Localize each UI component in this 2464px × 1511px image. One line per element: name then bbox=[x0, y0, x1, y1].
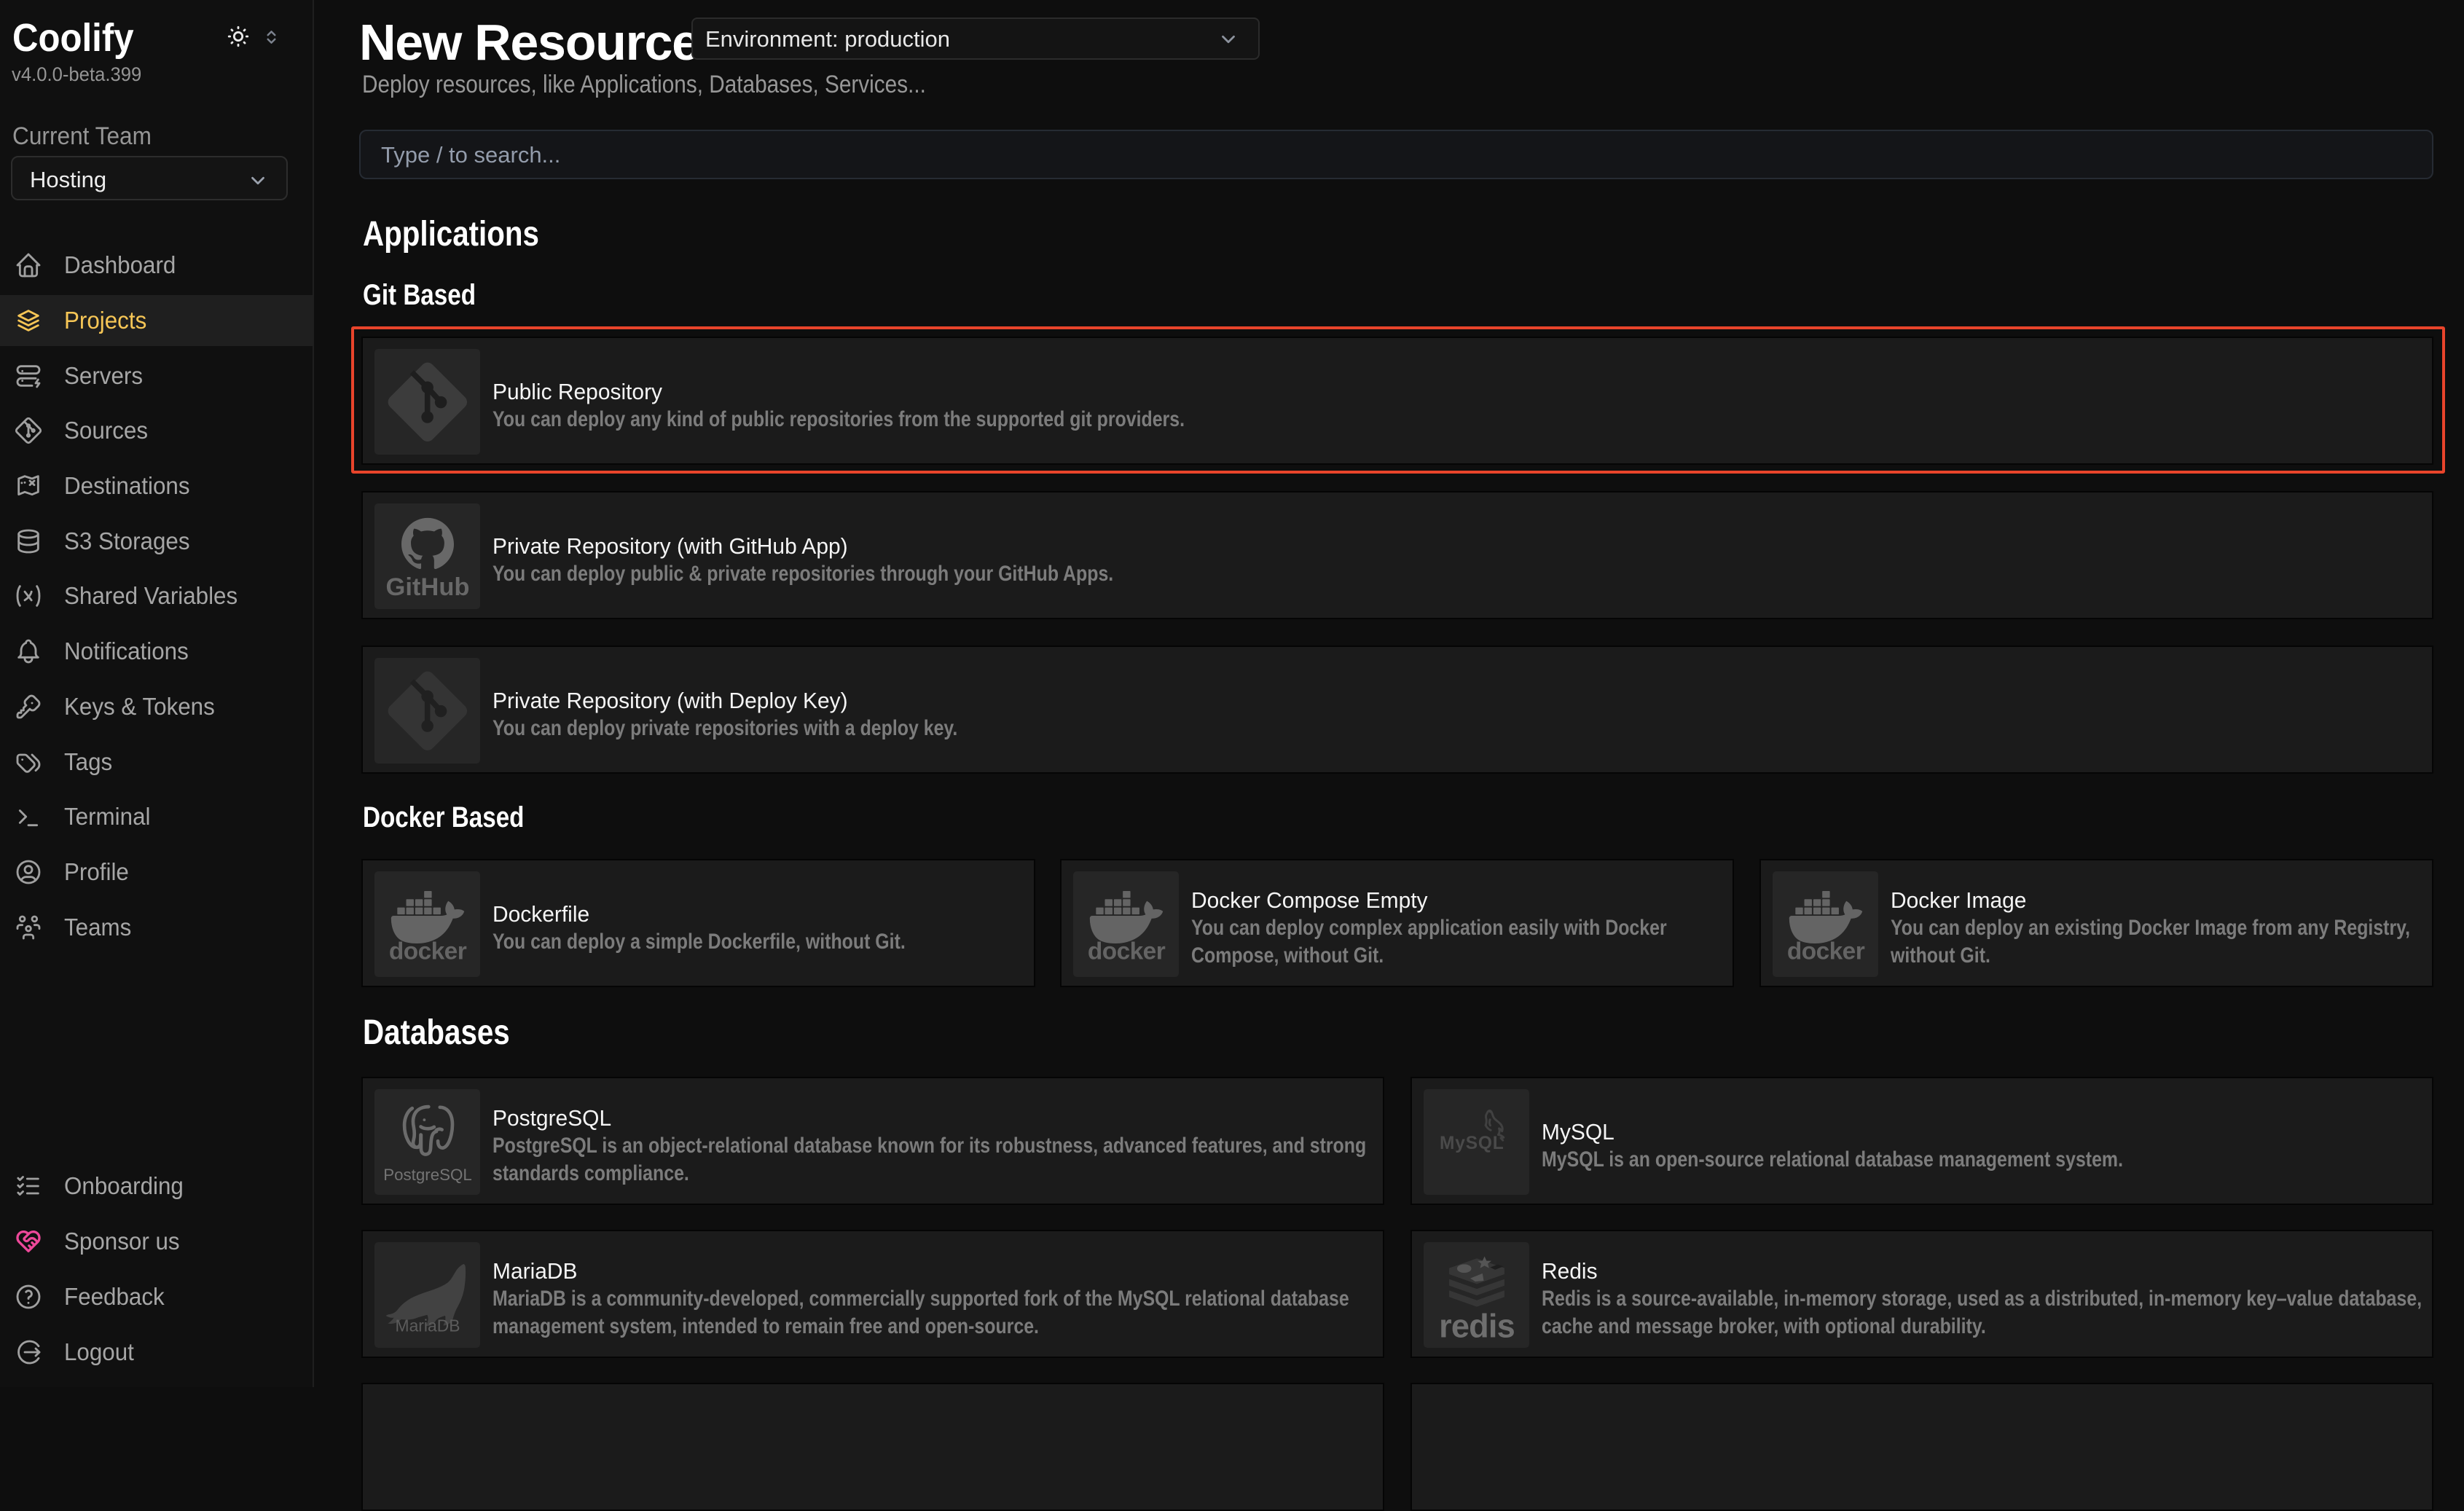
svg-text:GitHub: GitHub bbox=[385, 573, 469, 601]
svg-text:docker: docker bbox=[388, 938, 466, 965]
svg-text:redis: redis bbox=[1439, 1307, 1515, 1344]
svg-text:docker: docker bbox=[1087, 938, 1165, 965]
svg-text:docker: docker bbox=[1786, 938, 1864, 965]
svg-text:MySQL: MySQL bbox=[1439, 1133, 1504, 1153]
svg-text:PostgreSQL: PostgreSQL bbox=[383, 1165, 471, 1183]
svg-text:MariaDB: MariaDB bbox=[395, 1316, 460, 1335]
